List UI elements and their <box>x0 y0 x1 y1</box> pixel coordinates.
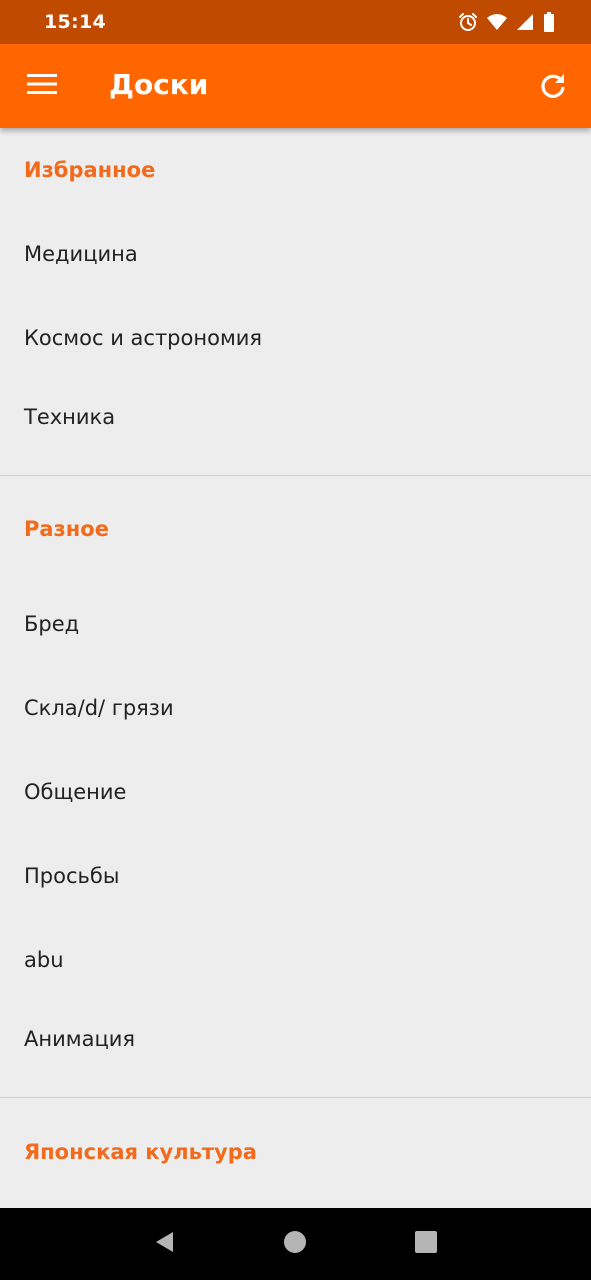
board-item[interactable]: Медицина <box>0 212 591 296</box>
board-item[interactable]: abu <box>0 918 591 1002</box>
status-bar: 15:14 <box>0 0 591 44</box>
menu-button[interactable] <box>26 72 58 100</box>
alarm-icon <box>458 12 478 32</box>
board-item[interactable]: Техника <box>0 380 591 475</box>
boards-list: Избранное Медицина Космос и астрономия Т… <box>0 128 591 1208</box>
section-list: Медицина Космос и астрономия Техника <box>0 212 591 475</box>
app-bar: Доски <box>0 44 591 128</box>
refresh-button[interactable] <box>537 71 569 103</box>
back-button[interactable] <box>145 1224 185 1264</box>
section-header: Японская культура <box>24 1140 257 1164</box>
page-title: Доски <box>109 68 209 101</box>
section-header: Избранное <box>24 158 156 182</box>
section-misc: Разное Бред Скла/d/ грязи Общение Просьб… <box>0 476 591 1098</box>
section-favorites: Избранное Медицина Космос и астрономия Т… <box>0 128 591 476</box>
home-icon <box>283 1230 307 1258</box>
section-header: Разное <box>24 517 109 541</box>
status-time: 15:14 <box>44 11 106 33</box>
recents-icon <box>414 1230 438 1258</box>
wifi-icon <box>487 13 507 31</box>
navigation-bar <box>0 1208 591 1280</box>
menu-icon <box>27 73 57 99</box>
board-item[interactable]: Космос и астрономия <box>0 296 591 380</box>
board-item[interactable]: Скла/d/ грязи <box>0 666 591 750</box>
board-item[interactable]: Общение <box>0 750 591 834</box>
refresh-icon <box>539 71 567 103</box>
board-item[interactable]: Анимация <box>0 1002 591 1097</box>
signal-icon <box>516 13 534 31</box>
home-button[interactable] <box>275 1224 315 1264</box>
section-japanese-culture: Японская культура <box>0 1098 591 1206</box>
board-item[interactable]: Бред <box>0 582 591 666</box>
back-icon <box>153 1230 177 1258</box>
battery-icon <box>543 12 555 32</box>
board-item[interactable]: Просьбы <box>0 834 591 918</box>
status-icons <box>458 12 555 32</box>
section-list: Бред Скла/d/ грязи Общение Просьбы abu А… <box>0 582 591 1097</box>
recents-button[interactable] <box>406 1224 446 1264</box>
